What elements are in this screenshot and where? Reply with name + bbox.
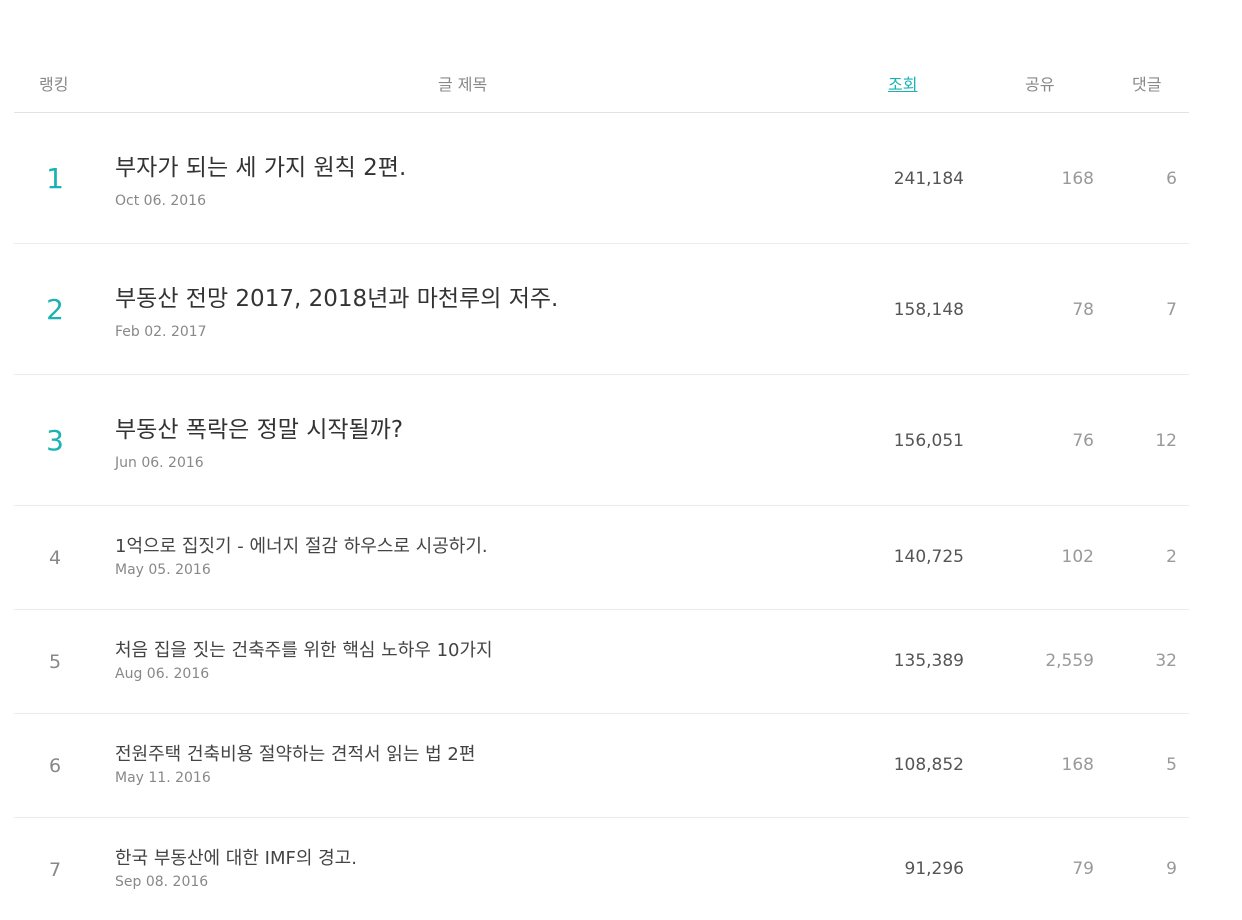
article-date: Oct 06. 2016: [115, 193, 206, 209]
ranking-table: 랭킹 글 제목 조회 공유 댓글 1 부자가 되는 세 가지 원칙 2편. Oc…: [14, 0, 1189, 920]
comment-count: 6: [1166, 169, 1177, 189]
table-row[interactable]: 2 부동산 전망 2017, 2018년과 마천루의 저주. Feb 02. 2…: [14, 244, 1189, 375]
table-row[interactable]: 1 부자가 되는 세 가지 원칙 2편. Oct 06. 2016 241,18…: [14, 113, 1189, 244]
article-date: Aug 06. 2016: [115, 666, 210, 682]
share-count: 168: [1061, 169, 1094, 189]
share-count: 168: [1061, 755, 1094, 775]
share-count: 2,559: [1045, 651, 1094, 671]
share-count: 102: [1061, 547, 1094, 567]
article-date: Feb 02. 2017: [115, 324, 207, 340]
rank-number: 2: [46, 293, 64, 326]
view-count: 108,852: [893, 755, 964, 775]
share-count: 76: [1072, 431, 1094, 451]
view-count: 140,725: [893, 547, 964, 567]
article-date: Jun 06. 2016: [115, 455, 204, 471]
comment-count: 5: [1166, 755, 1177, 775]
view-count: 241,184: [893, 169, 964, 189]
sort-by-share-link[interactable]: 공유: [1025, 75, 1054, 95]
article-title-link[interactable]: 한국 부동산에 대한 IMF의 경고.: [115, 847, 357, 871]
view-count: 91,296: [904, 859, 964, 879]
share-count: 78: [1072, 300, 1094, 320]
article-title-link[interactable]: 처음 집을 짓는 건축주를 위한 핵심 노하우 10가지: [115, 639, 493, 663]
comment-count: 9: [1166, 859, 1177, 879]
comment-count: 32: [1155, 651, 1177, 671]
rank-number: 3: [46, 424, 64, 457]
article-title-link[interactable]: 전원주택 건축비용 절약하는 견적서 읽는 법 2편: [115, 743, 475, 767]
rank-number: 4: [48, 547, 62, 569]
table-row[interactable]: 6 전원주택 건축비용 절약하는 견적서 읽는 법 2편 May 11. 201…: [14, 714, 1189, 818]
rank-number: 1: [46, 162, 64, 195]
share-count: 79: [1072, 859, 1094, 879]
table-header: 랭킹 글 제목 조회 공유 댓글: [14, 0, 1189, 113]
article-title-link[interactable]: 1억으로 집짓기 - 에너지 절감 하우스로 시공하기.: [115, 535, 488, 559]
article-date: May 11. 2016: [115, 770, 211, 786]
view-count: 156,051: [893, 431, 964, 451]
header-rank: 랭킹: [39, 75, 69, 94]
view-count: 158,148: [893, 300, 964, 320]
rank-number: 6: [48, 755, 62, 777]
article-title-link[interactable]: 부자가 되는 세 가지 원칙 2편.: [115, 153, 406, 183]
table-row[interactable]: 4 1억으로 집짓기 - 에너지 절감 하우스로 시공하기. May 05. 2…: [14, 506, 1189, 610]
table-row[interactable]: 3 부동산 폭락은 정말 시작될까? Jun 06. 2016 156,051 …: [14, 375, 1189, 506]
comment-count: 12: [1155, 431, 1177, 451]
comment-count: 2: [1166, 547, 1177, 567]
table-row[interactable]: 5 처음 집을 짓는 건축주를 위한 핵심 노하우 10가지 Aug 06. 2…: [14, 610, 1189, 714]
header-title: 글 제목: [438, 75, 488, 94]
article-title-link[interactable]: 부동산 폭락은 정말 시작될까?: [115, 415, 403, 445]
view-count: 135,389: [893, 651, 964, 671]
ranking-page: 랭킹 글 제목 조회 공유 댓글 1 부자가 되는 세 가지 원칙 2편. Oc…: [0, 0, 1242, 920]
table-row[interactable]: 7 한국 부동산에 대한 IMF의 경고. Sep 08. 2016 91,29…: [14, 818, 1189, 920]
article-date: Sep 08. 2016: [115, 874, 209, 890]
comment-count: 7: [1166, 300, 1177, 320]
rank-number: 7: [48, 859, 62, 881]
article-date: May 05. 2016: [115, 562, 211, 578]
sort-by-views-link[interactable]: 조회: [888, 75, 917, 95]
rank-number: 5: [48, 651, 62, 673]
article-title-link[interactable]: 부동산 전망 2017, 2018년과 마천루의 저주.: [115, 284, 558, 314]
sort-by-comments-link[interactable]: 댓글: [1132, 75, 1161, 95]
